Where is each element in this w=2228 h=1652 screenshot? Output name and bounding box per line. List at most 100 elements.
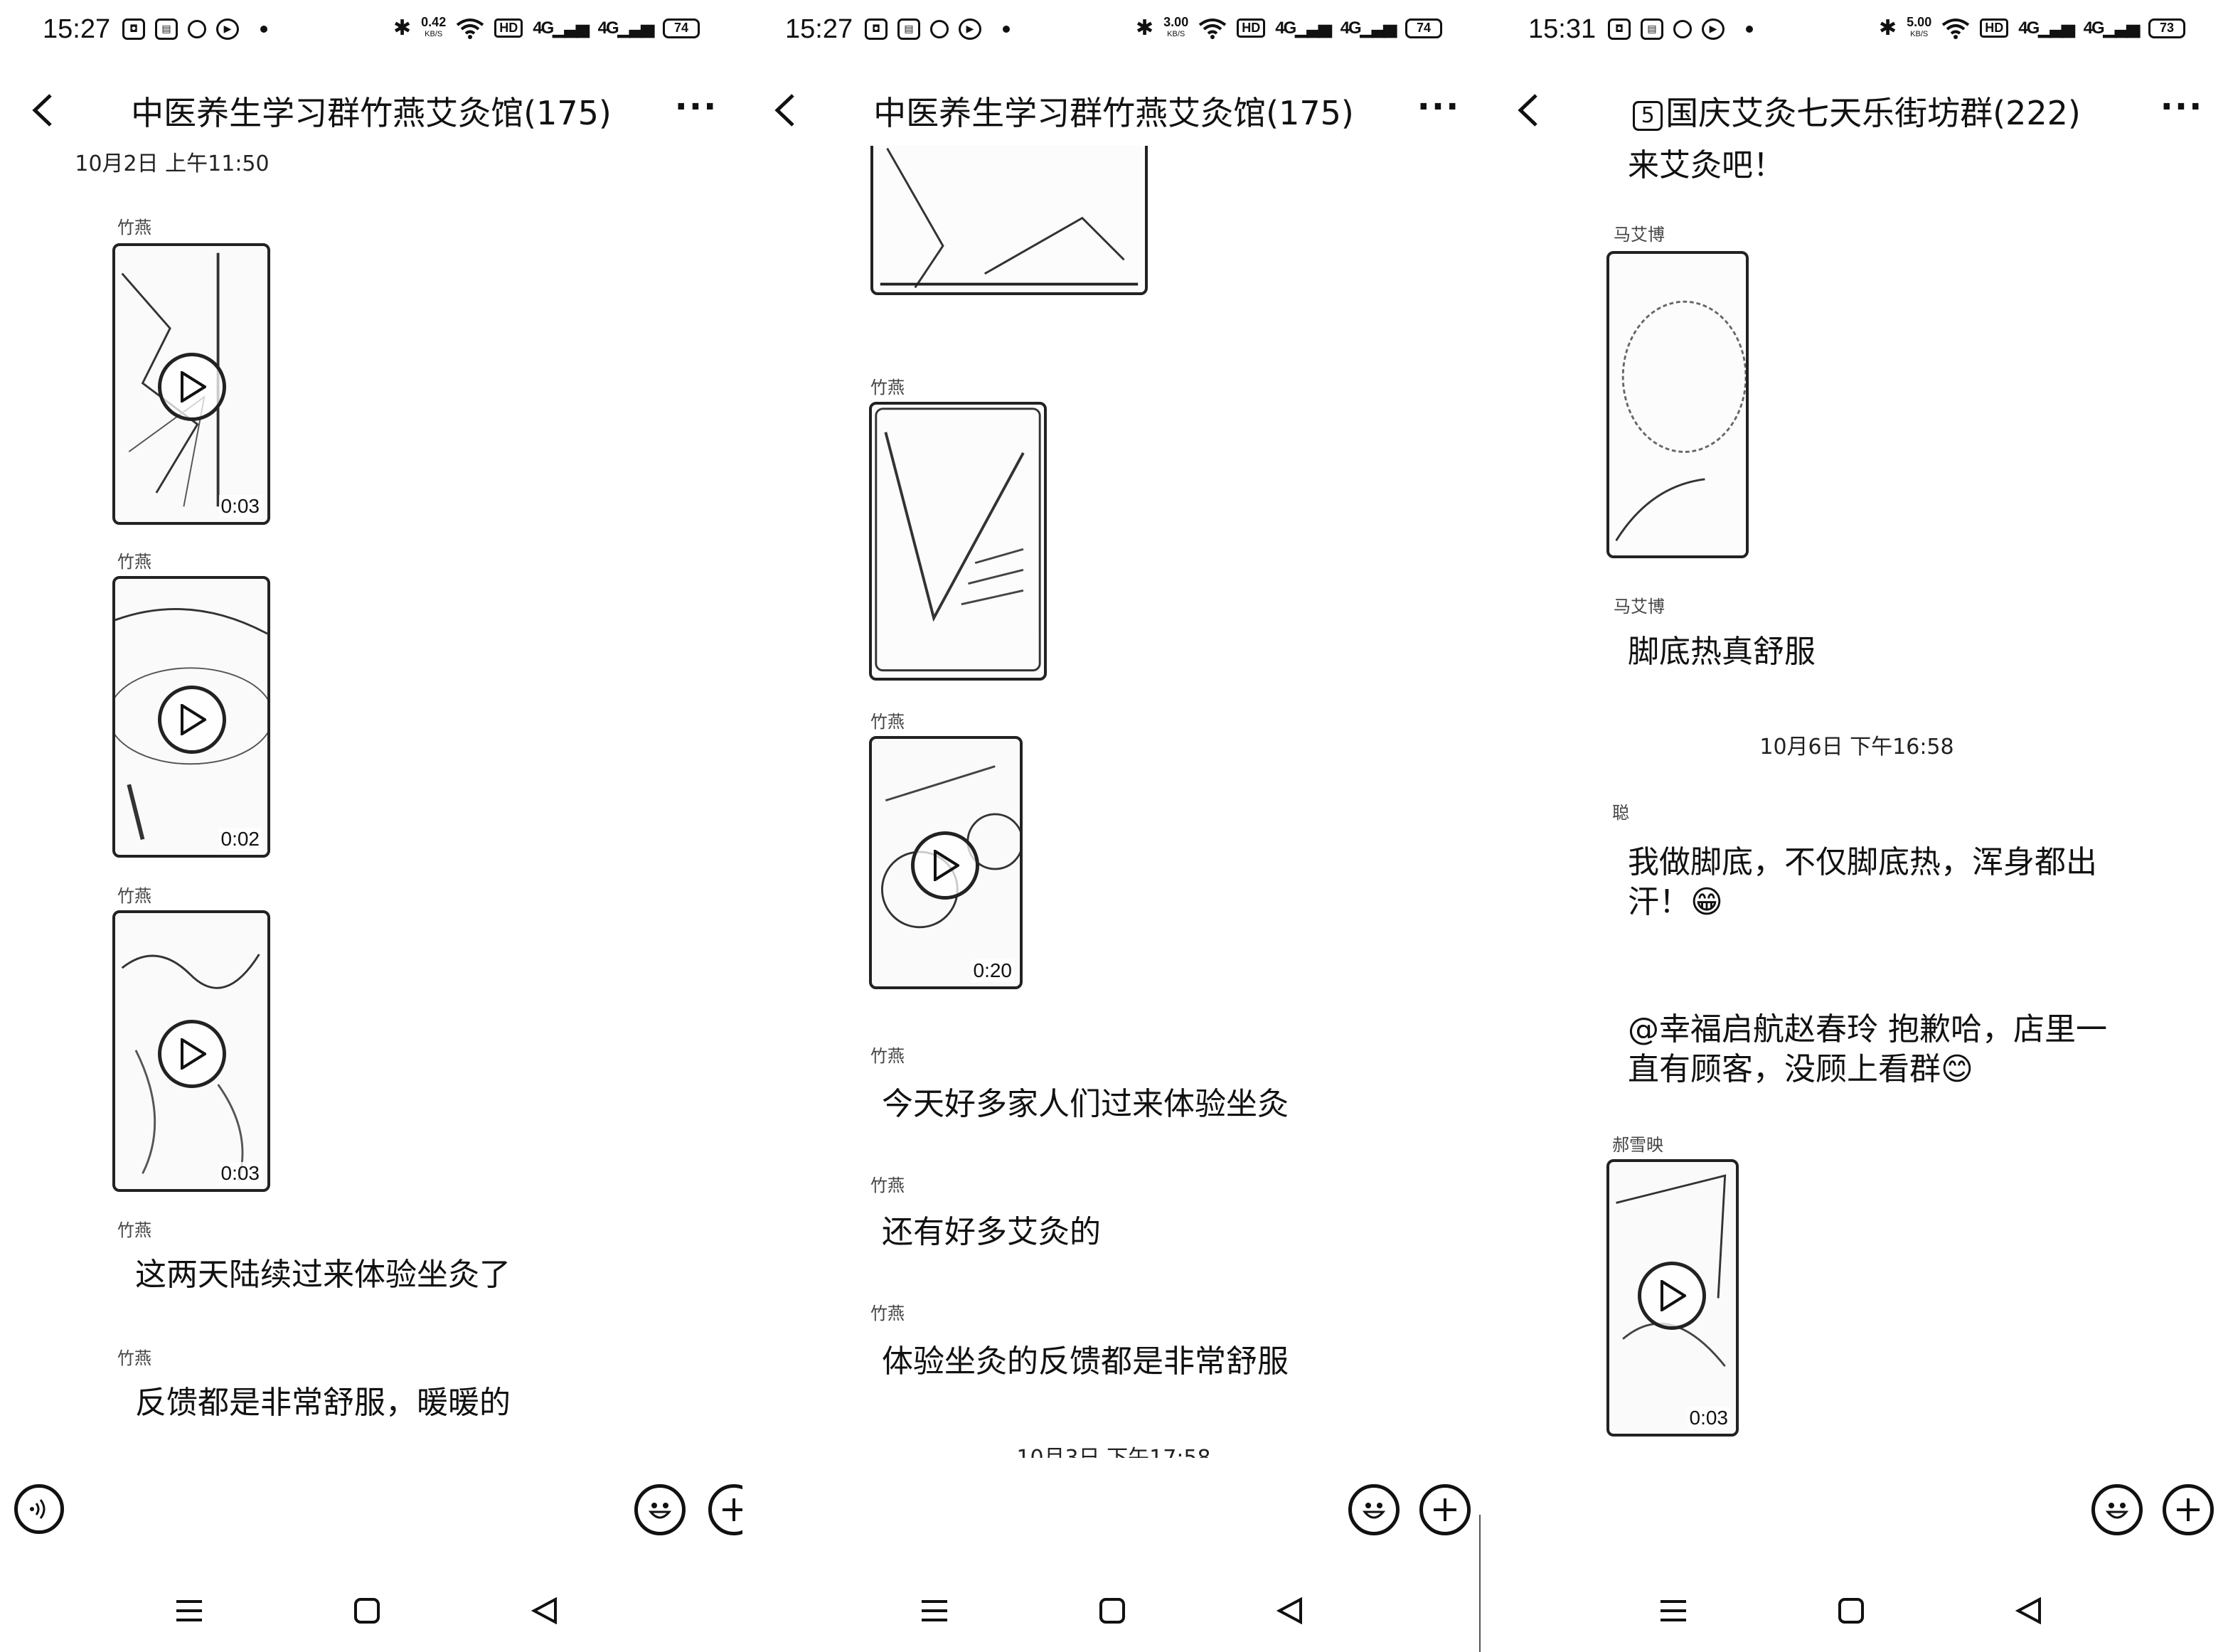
text-message[interactable]: 来艾灸吧！	[1628, 146, 1784, 186]
text-message[interactable]: 这两天陆续过来体验坐灸了	[135, 1255, 511, 1295]
status-time: 15:31	[1528, 14, 1597, 44]
more-dots-icon[interactable]: ···	[1414, 89, 1464, 132]
sender-name: 竹燕	[117, 886, 151, 906]
home-square-icon[interactable]	[1091, 1589, 1134, 1632]
menu-icon[interactable]	[1652, 1589, 1695, 1632]
sender-name: 竹燕	[870, 1046, 905, 1066]
chevron-left-icon[interactable]	[1507, 89, 1550, 132]
app-notification-icon: ▤	[155, 18, 178, 40]
chevron-left-icon[interactable]	[21, 89, 64, 132]
sender-name: 竹燕	[117, 552, 151, 572]
video-duration: 0:20	[971, 959, 1014, 982]
chat-title: 中医养生学习群竹燕艾灸馆(175)	[131, 94, 612, 132]
emoji-icon[interactable]	[2091, 1484, 2143, 1535]
sender-name: 竹燕	[117, 1348, 151, 1368]
signal-icon-1: 4G▁▃▅	[2018, 18, 2074, 38]
video-duration: 0:02	[218, 828, 262, 851]
chat-header: 5 国庆艾灸七天乐街坊群(222) ···	[1486, 82, 2228, 139]
signal-icon-2: 4G▁▃▅	[2083, 18, 2140, 38]
sender-name: 竹燕	[870, 1304, 905, 1323]
app-notification-icon	[188, 20, 206, 38]
notification-icons: ◘ ▤ ▶	[122, 18, 267, 40]
status-bar: 15:31 ◘ ▤ ▶ ✱ 5.00 KB/S HD 4G▁▃▅ 4G▁▃▅ 73	[1486, 0, 2228, 64]
image-message[interactable]	[1606, 251, 1749, 558]
emoji-icon[interactable]	[1348, 1484, 1400, 1535]
text-message[interactable]: @幸福启航赵春玲 抱歉哈，店里一直有顾客，没顾上看群😊	[1628, 1010, 2111, 1089]
status-right: ✱ 5.00 KB/S HD 4G▁▃▅ 4G▁▃▅ 73	[1879, 16, 2185, 41]
video-message[interactable]: 0:03	[112, 243, 270, 525]
input-bar	[0, 1476, 742, 1547]
message-list[interactable]: 来艾灸吧！ 马艾博 马艾博 脚底热真舒服 10月6日 下午16:58 聪 我做脚…	[1486, 146, 2228, 1458]
app-notification-icon: ◘	[122, 18, 145, 40]
status-bar: 15:27 ◘ ▤ ▶ ✱ 0.42 KB/S HD 4G▁▃▅ 4G▁▃▅ 74	[0, 0, 742, 64]
message-list[interactable]: 竹燕 竹燕 0:20 竹燕 今天好多家人们过来体验坐灸 竹燕 还有好多艾灸的 竹…	[742, 146, 1485, 1458]
play-icon[interactable]	[158, 353, 226, 421]
chat-header: 中医养生学习群竹燕艾灸馆(175) ···	[742, 82, 1485, 139]
more-notifications-dot	[1003, 26, 1010, 33]
net-speed: 5.00 KB/S	[1907, 14, 1932, 38]
bluetooth-icon: ✱	[1879, 16, 1897, 40]
text-message[interactable]: 反馈都是非常舒服，暖暖的	[135, 1383, 511, 1423]
back-triangle-icon[interactable]	[2008, 1589, 2050, 1632]
app-notification-icon: ◘	[865, 18, 888, 40]
play-icon[interactable]	[911, 831, 979, 900]
back-triangle-icon[interactable]	[1269, 1589, 1311, 1632]
play-icon[interactable]	[158, 1020, 226, 1088]
notification-icons: ◘ ▤ ▶	[1608, 18, 1753, 40]
timestamp: 10月3日 下午17:58	[742, 1440, 1485, 1458]
image-message[interactable]	[870, 146, 1148, 295]
more-dots-icon[interactable]: ···	[671, 89, 721, 132]
chevron-left-icon[interactable]	[764, 89, 806, 132]
home-square-icon[interactable]	[1830, 1589, 1872, 1632]
text-message[interactable]: 我做脚底，不仅脚底热，浑身都出汗！😁	[1628, 843, 2111, 922]
plus-icon[interactable]	[2163, 1484, 2214, 1535]
play-icon[interactable]	[1638, 1262, 1706, 1330]
image-message[interactable]	[869, 402, 1047, 681]
chat-header: 中医养生学习群竹燕艾灸馆(175) ···	[0, 82, 742, 139]
more-dots-icon[interactable]: ···	[2157, 89, 2207, 132]
wifi-icon	[456, 18, 484, 39]
emoji-icon[interactable]	[634, 1484, 686, 1535]
video-message[interactable]: 0:03	[112, 910, 270, 1192]
unread-badge: 5	[1633, 100, 1663, 131]
hd-voice-badge: HD	[1980, 18, 2009, 38]
video-message[interactable]: 0:02	[112, 576, 270, 858]
voice-input-icon[interactable]	[14, 1484, 64, 1534]
system-nav-bar	[1486, 1582, 2228, 1639]
plus-icon[interactable]	[1419, 1484, 1471, 1535]
text-message[interactable]: 还有好多艾灸的	[882, 1213, 1101, 1252]
signal-icon-2: 4G▁▃▅	[1340, 18, 1397, 38]
image-thumbnail	[1615, 300, 1746, 541]
system-nav-bar	[0, 1582, 742, 1639]
back-triangle-icon[interactable]	[523, 1589, 566, 1632]
wifi-icon	[1198, 18, 1227, 39]
sender-name: 马艾博	[1614, 597, 1665, 617]
play-notification-icon: ▶	[959, 18, 981, 40]
status-right: ✱ 3.00 KB/S HD 4G▁▃▅ 4G▁▃▅ 74	[1136, 16, 1442, 41]
plus-icon[interactable]	[708, 1484, 742, 1535]
system-nav-bar	[742, 1582, 1485, 1639]
sender-name: 竹燕	[870, 378, 905, 398]
text-message[interactable]: 今天好多家人们过来体验坐灸	[882, 1085, 1289, 1124]
input-bar	[742, 1476, 1485, 1547]
wifi-icon	[1941, 18, 1970, 39]
notification-icons: ◘ ▤ ▶	[865, 18, 1010, 40]
menu-icon[interactable]	[168, 1589, 210, 1632]
video-duration: 0:03	[1687, 1407, 1730, 1429]
timestamp: 10月6日 下午16:58	[1759, 735, 1954, 760]
signal-icon-2: 4G▁▃▅	[597, 18, 654, 38]
status-time: 15:27	[785, 14, 853, 44]
video-message[interactable]: 0:03	[1606, 1159, 1739, 1437]
message-list[interactable]: 10月2日 上午11:50 竹燕 0:03 竹燕 0:02 竹燕 0:03 竹燕…	[0, 146, 742, 1458]
video-message[interactable]: 0:20	[869, 736, 1023, 989]
menu-icon[interactable]	[913, 1589, 956, 1632]
text-message[interactable]: 脚底热真舒服	[1628, 632, 1816, 672]
home-square-icon[interactable]	[346, 1589, 388, 1632]
battery-icon: 74	[1405, 18, 1442, 38]
timestamp: 10月2日 上午11:50	[75, 151, 270, 176]
text-message[interactable]: 体验坐灸的反馈都是非常舒服	[882, 1342, 1289, 1382]
sender-name: 郝雪映	[1612, 1135, 1663, 1155]
play-icon[interactable]	[158, 686, 226, 754]
chat-screen-1: 15:27 ◘ ▤ ▶ ✱ 0.42 KB/S HD 4G▁▃▅ 4G▁▃▅ 74…	[0, 0, 742, 1652]
more-notifications-dot	[260, 26, 267, 33]
